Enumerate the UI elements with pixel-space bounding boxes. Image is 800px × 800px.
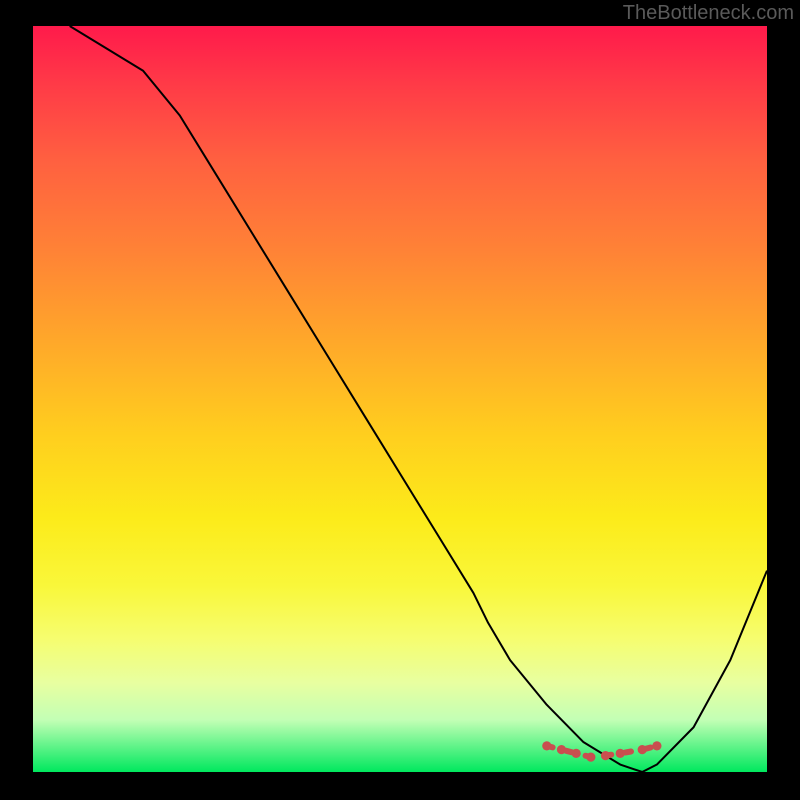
primary-curve <box>70 26 767 772</box>
chart-svg <box>33 26 767 772</box>
minimum-marker-point <box>652 741 661 750</box>
watermark-text: TheBottleneck.com <box>623 2 794 25</box>
plot-area <box>33 26 767 772</box>
chart-container: TheBottleneck.com <box>0 0 800 800</box>
